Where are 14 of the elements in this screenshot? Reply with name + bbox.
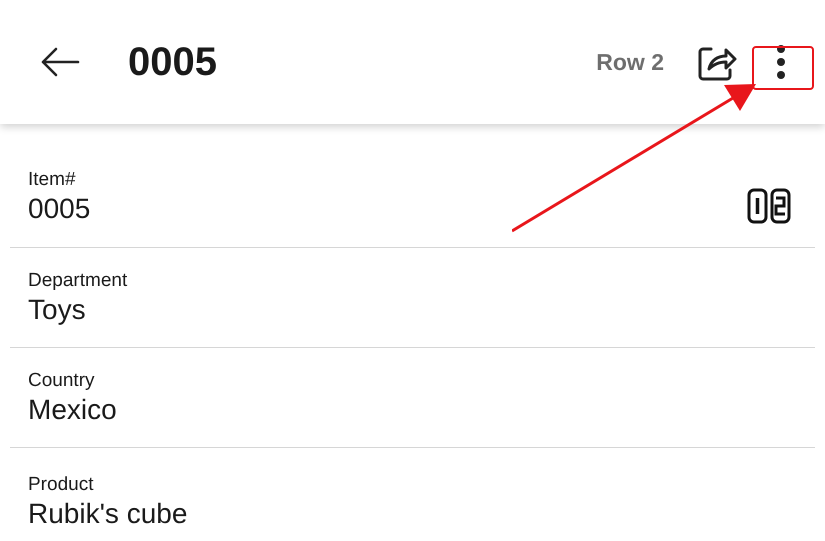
field-label: Department [28,270,128,292]
record-title: 0005 [128,40,218,84]
field-label: Country [28,370,96,392]
annotation-highlight-box [752,46,814,90]
field-value: 0005 [28,192,90,224]
field-label: Item# [28,168,77,190]
field-value: Toys [28,294,87,326]
more-options-icon [776,44,786,80]
row-label: Row 2 [596,48,664,76]
field-value: Mexico [28,394,117,426]
field-value: Rubik's cube [28,498,188,530]
field-label: Product [28,474,94,496]
number-tile-icon[interactable] [747,188,791,224]
back-arrow-icon[interactable] [40,47,80,77]
